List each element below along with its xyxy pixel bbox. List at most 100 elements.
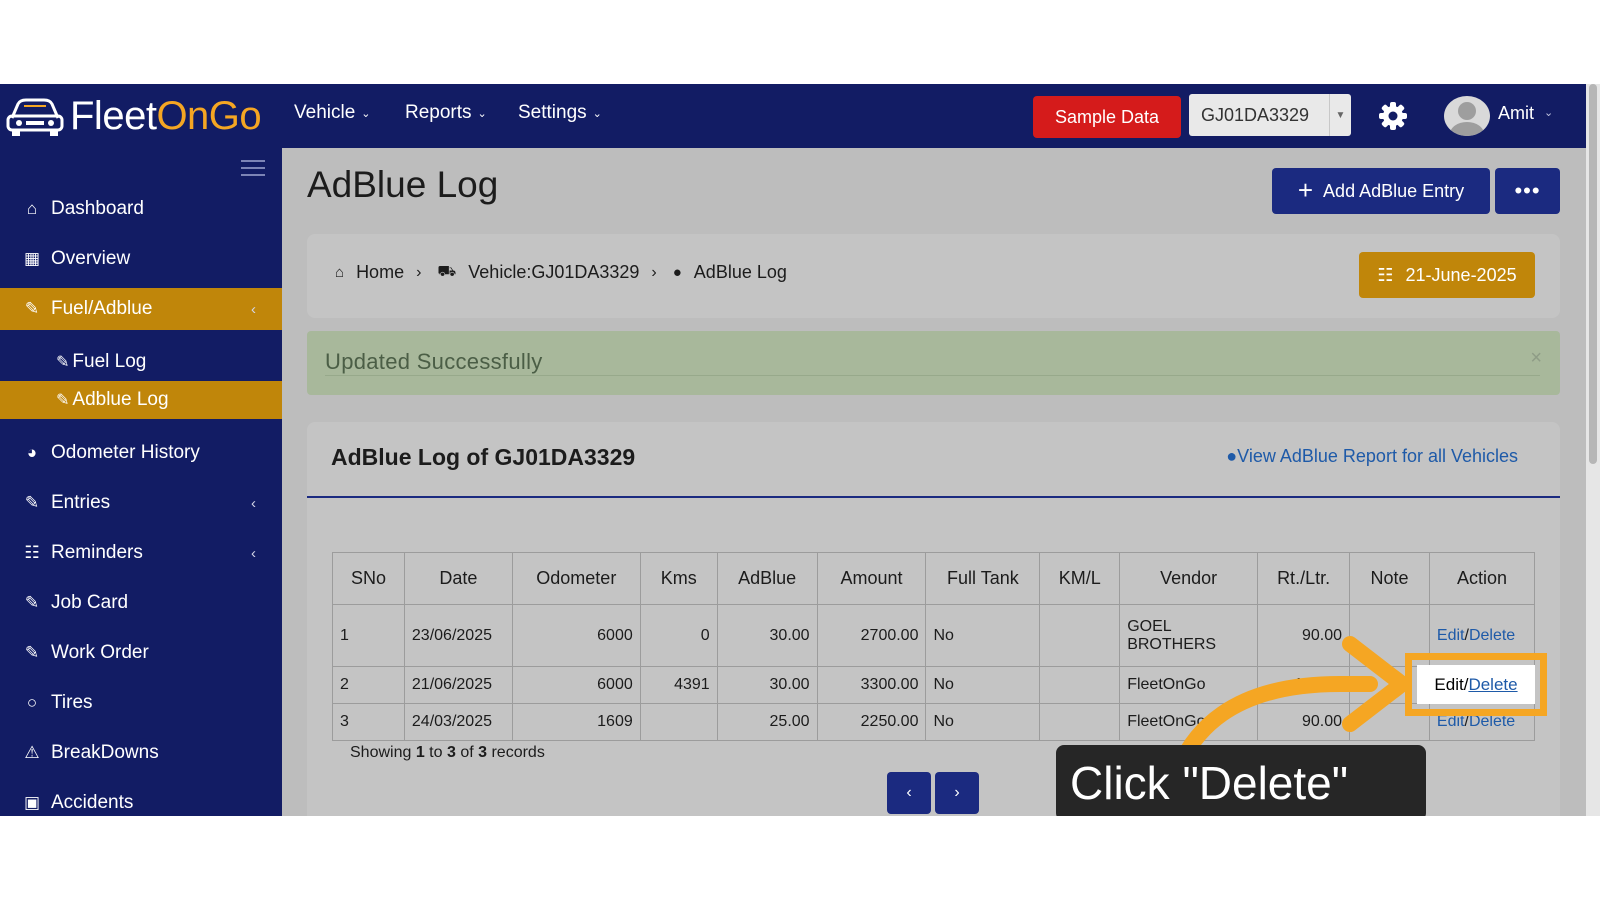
nav-vehicle-menu[interactable]: Vehicle ⌄ <box>294 102 371 124</box>
edit-icon: ✎ <box>24 593 40 612</box>
table-header-row: SNo Date Odometer Kms AdBlue Amount Full… <box>332 552 1536 605</box>
column-header[interactable]: KM/L <box>1039 552 1121 605</box>
summary-of-word: of <box>455 744 479 761</box>
gauge-icon: ◕ <box>26 443 38 462</box>
vehicle-select[interactable]: GJ01DA3329 ▼ <box>1189 94 1351 136</box>
summary-prefix: Showing <box>350 744 416 761</box>
more-options-button[interactable]: ••• <box>1495 168 1560 214</box>
nav-settings-menu[interactable]: Settings ⌄ <box>518 102 602 124</box>
sidebar-item-dashboard[interactable]: ⌂ Dashboard <box>0 188 282 230</box>
chevron-down-icon[interactable]: ⌄ <box>1544 106 1553 119</box>
cell-amount: 2700.00 <box>816 604 927 667</box>
sidebar: ⌂ Dashboard ▦ Overview ✎ Fuel/Adblue ‹ ✎… <box>0 148 282 816</box>
droplet-icon: ● <box>1226 446 1238 466</box>
column-header[interactable]: Amount <box>816 552 927 605</box>
column-header[interactable]: SNo <box>332 552 405 605</box>
edit-icon: ✎ <box>56 354 70 371</box>
sidebar-item-label: Fuel Log <box>72 351 147 372</box>
cell-kml <box>1039 604 1121 667</box>
prev-page-button[interactable]: ‹ <box>887 772 931 814</box>
summary-suffix: records <box>487 744 545 761</box>
logo-text-ongo: OnGo <box>156 93 262 138</box>
user-avatar[interactable] <box>1444 96 1490 136</box>
sidebar-item-fuel-adblue[interactable]: ✎ Fuel/Adblue ‹ <box>0 288 282 330</box>
delete-link-highlighted[interactable]: Delete <box>1468 675 1517 695</box>
next-page-button[interactable]: › <box>935 772 979 814</box>
nav-settings-label: Settings <box>518 102 587 123</box>
tutorial-callout: Click "Delete" <box>1056 745 1426 816</box>
column-header[interactable]: Full Tank <box>925 552 1041 605</box>
highlighted-action-cell: Edit / Delete <box>1417 665 1535 704</box>
sidebar-item-entries[interactable]: ✎ Entries ‹ <box>0 482 282 524</box>
page-title: AdBlue Log <box>307 164 499 205</box>
edit-link[interactable]: Edit <box>1437 627 1465 644</box>
success-alert: Updated Successfully × <box>307 331 1560 395</box>
column-header[interactable]: AdBlue <box>716 552 818 605</box>
grid-icon: ▦ <box>23 249 41 268</box>
sidebar-item-odometer-history[interactable]: ◕ Odometer History <box>0 432 282 474</box>
sidebar-item-reminders[interactable]: ☷ Reminders ‹ <box>0 532 282 574</box>
cell-adblue: 25.00 <box>716 703 818 741</box>
cell-sno: 1 <box>332 604 405 667</box>
sidebar-item-label: Adblue Log <box>72 389 169 410</box>
page-scrollbar[interactable] <box>1586 84 1600 816</box>
view-adblue-report-link[interactable]: ●View AdBlue Report for all Vehicles <box>1226 446 1518 467</box>
column-header: Action <box>1428 552 1536 605</box>
sidebar-item-adblue-log[interactable]: ✎ Adblue Log <box>0 381 282 419</box>
sidebar-item-overview[interactable]: ▦ Overview <box>0 238 282 280</box>
alert-divider <box>325 375 1540 376</box>
sidebar-item-accidents[interactable]: ▣ Accidents <box>0 782 282 816</box>
hamburger-menu-icon[interactable] <box>241 160 265 178</box>
scrollbar-thumb[interactable] <box>1589 84 1597 464</box>
nav-reports-menu[interactable]: Reports ⌄ <box>405 102 487 124</box>
truck-icon: ⛟ <box>437 263 457 280</box>
calendar-icon: ☷ <box>24 543 40 562</box>
app-logo[interactable]: FleetOnGo <box>4 90 262 142</box>
breadcrumb-home[interactable]: Home <box>356 262 404 283</box>
close-icon[interactable]: × <box>1530 347 1542 370</box>
sidebar-item-job-card[interactable]: ✎ Job Card <box>0 582 282 624</box>
cell-odometer: 6000 <box>511 666 641 704</box>
sample-data-button[interactable]: Sample Data <box>1033 96 1181 138</box>
column-header[interactable]: Note <box>1349 552 1430 605</box>
cell-sno: 2 <box>332 666 405 704</box>
column-header[interactable]: Date <box>403 552 513 605</box>
cell-full-tank: No <box>925 666 1041 704</box>
circle-icon: ○ <box>26 693 38 712</box>
summary-to-word: to <box>424 744 447 761</box>
user-name[interactable]: Amit <box>1498 103 1534 124</box>
logo-text: FleetOnGo <box>70 93 262 139</box>
chevron-right-icon: › <box>651 263 657 281</box>
date-picker-button[interactable]: ☷ 21-June-2025 <box>1359 252 1535 298</box>
caret-down-icon: ▼ <box>1329 94 1351 136</box>
nav-vehicle-label: Vehicle <box>294 102 356 123</box>
delete-link[interactable]: Delete <box>1469 627 1515 644</box>
home-icon: ⌂ <box>335 264 345 281</box>
droplet-icon: ● <box>672 264 682 281</box>
column-header[interactable]: Odometer <box>511 552 641 605</box>
breadcrumb-vehicle[interactable]: Vehicle:GJ01DA3329 <box>468 262 639 283</box>
column-header[interactable]: Kms <box>639 552 718 605</box>
sidebar-item-label: Entries <box>51 492 111 513</box>
column-header[interactable]: Vendor <box>1119 552 1259 605</box>
nav-reports-label: Reports <box>405 102 472 123</box>
view-adblue-report-label: View AdBlue Report for all Vehicles <box>1237 446 1518 466</box>
sidebar-item-fuel-log[interactable]: ✎ Fuel Log <box>0 343 282 381</box>
sidebar-item-breakdowns[interactable]: ⚠ BreakDowns <box>0 732 282 774</box>
sidebar-item-tires[interactable]: ○ Tires <box>0 682 282 724</box>
sidebar-item-label: Work Order <box>51 642 149 663</box>
cell-date: 24/03/2025 <box>403 703 513 741</box>
gear-icon[interactable] <box>1378 101 1408 131</box>
sidebar-item-work-order[interactable]: ✎ Work Order <box>0 632 282 674</box>
app-window: FleetOnGo Vehicle ⌄ Reports ⌄ Settings ⌄ Sa… <box>0 84 1600 816</box>
cell-sno: 3 <box>332 703 405 741</box>
add-adblue-entry-button[interactable]: + Add AdBlue Entry <box>1272 168 1490 214</box>
edit-link[interactable]: Edit <box>1434 675 1463 695</box>
cell-odometer: 6000 <box>511 604 641 667</box>
cell-date: 23/06/2025 <box>403 604 513 667</box>
column-header[interactable]: Rt./Ltr. <box>1257 552 1351 605</box>
cell-vendor: GOEL BROTHERS <box>1119 604 1259 667</box>
cell-full-tank: No <box>925 703 1041 741</box>
car-logo-icon <box>6 98 64 136</box>
breadcrumb-current: AdBlue Log <box>693 262 787 282</box>
